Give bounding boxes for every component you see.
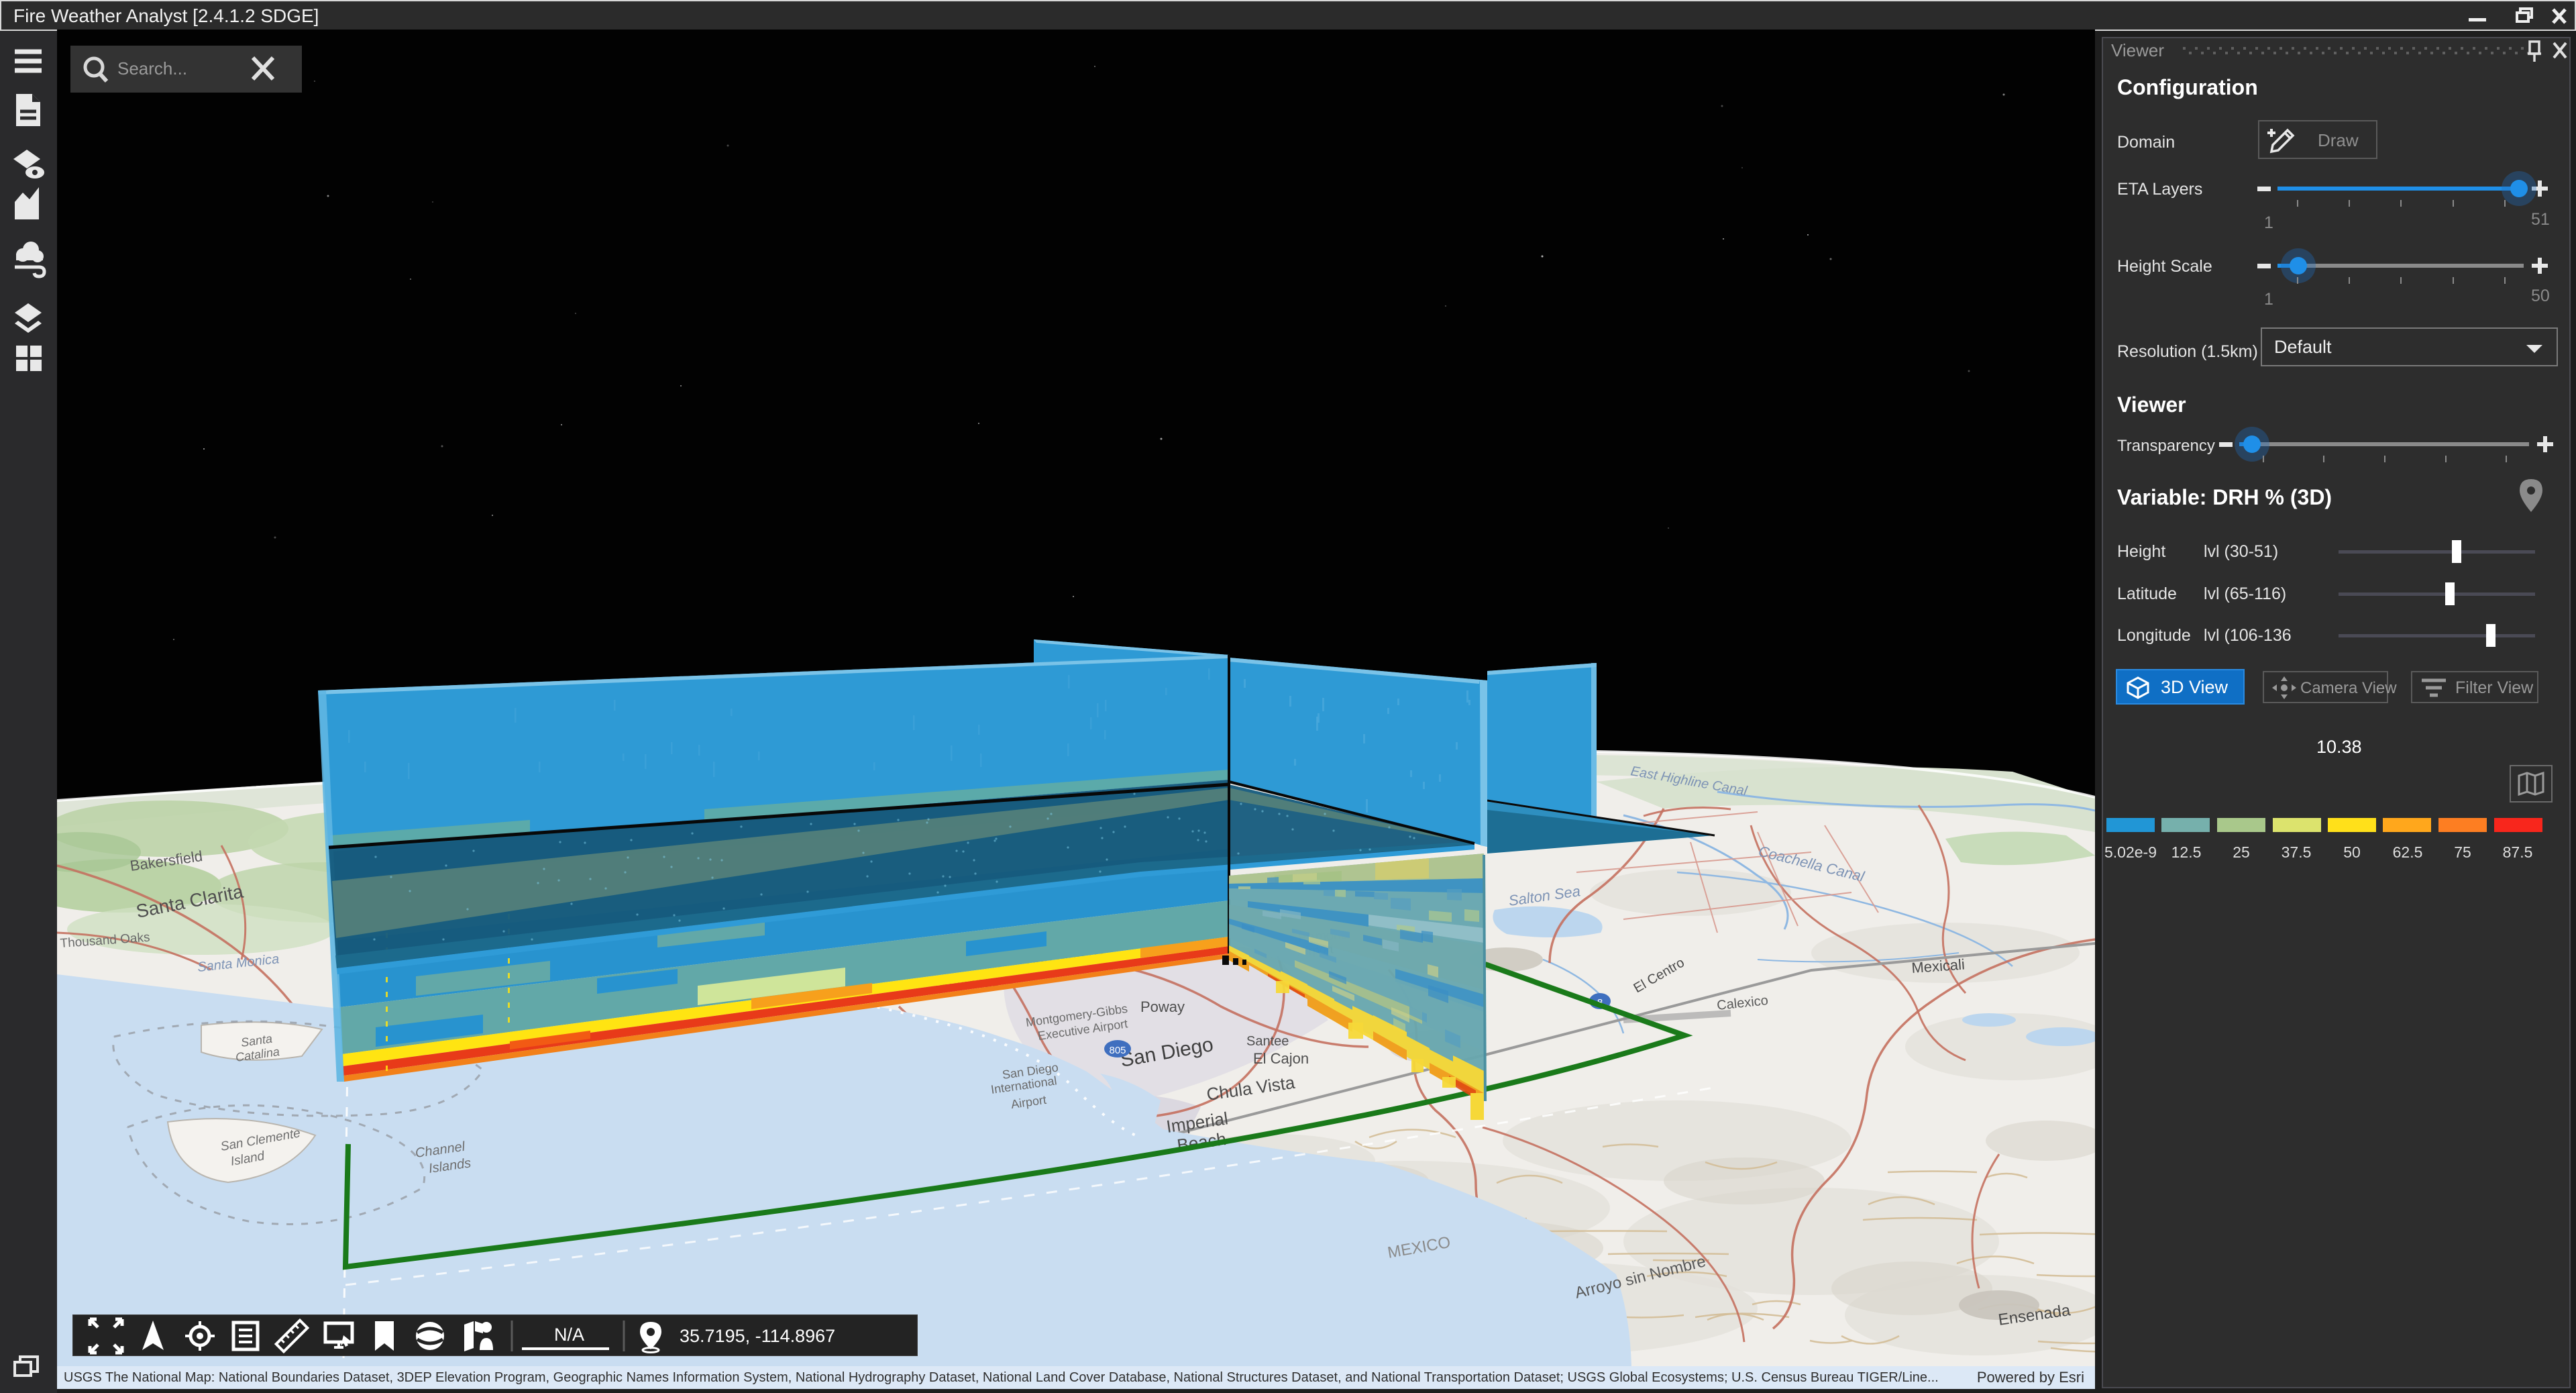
svg-text:35.7195, -114.8967: 35.7195, -114.8967 [680, 1326, 835, 1346]
svg-text:N/A: N/A [554, 1325, 584, 1345]
svg-text:Poway: Poway [1140, 998, 1185, 1015]
svg-text:El Cajon: El Cajon [1253, 1050, 1309, 1067]
svg-text:805: 805 [1109, 1045, 1126, 1056]
svg-text:Search...: Search... [117, 58, 187, 79]
svg-text:Santee: Santee [1246, 1034, 1289, 1049]
